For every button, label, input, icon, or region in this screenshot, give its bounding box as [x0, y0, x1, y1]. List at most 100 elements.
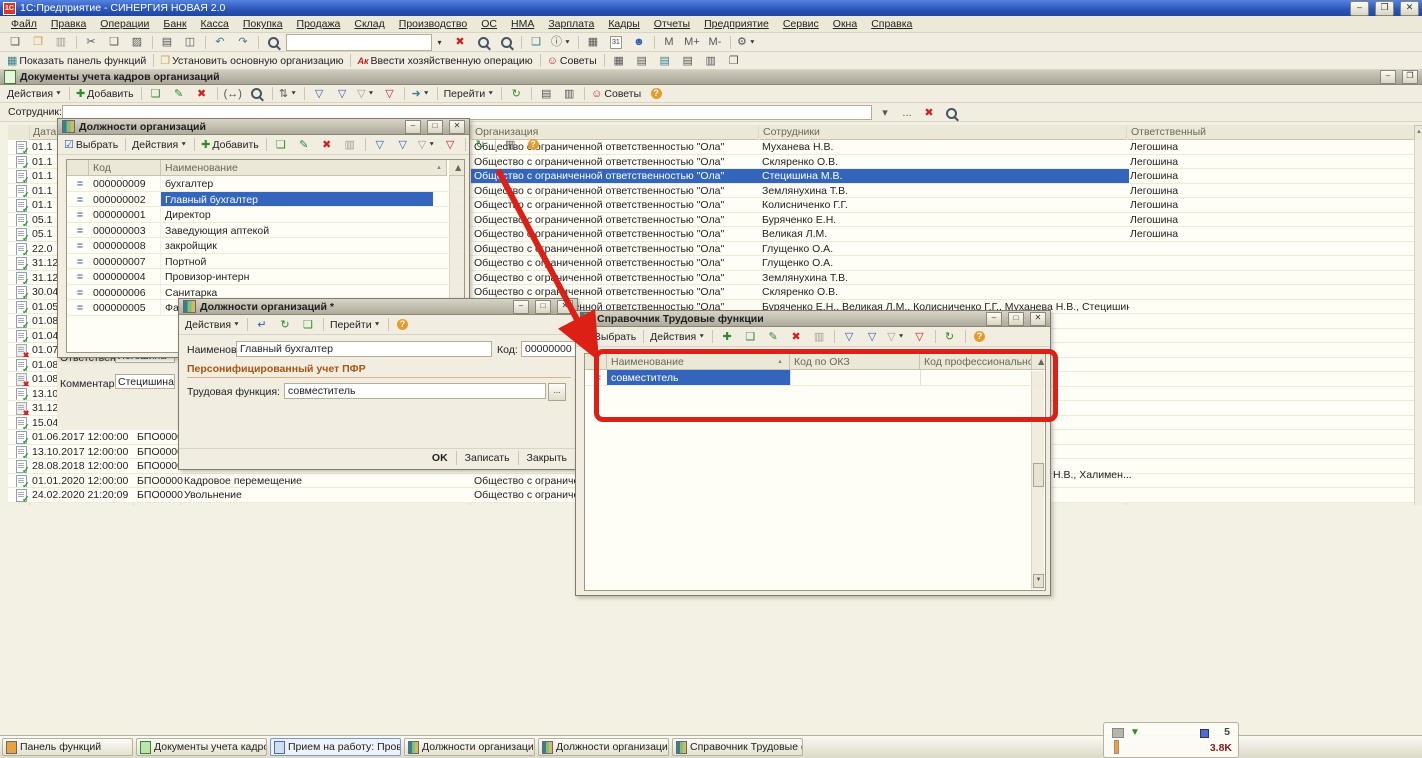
extra-catalog-button[interactable]: ❐: [723, 52, 745, 70]
add-button[interactable]: ✚ Добавить: [198, 136, 262, 154]
ref-minimize-button[interactable]: –: [986, 312, 1002, 326]
menu-item[interactable]: Касса: [194, 17, 236, 31]
save-button[interactable]: ▥: [339, 136, 361, 154]
refresh-button[interactable]: ↻: [505, 85, 527, 103]
delete-button[interactable]: ✖: [191, 85, 213, 103]
task-journal[interactable]: Документы учета кадров о...: [136, 738, 267, 756]
ref-close-button[interactable]: ✕: [1030, 312, 1046, 326]
copy-button[interactable]: ❏: [297, 316, 319, 334]
calc-m-plus-button[interactable]: M+: [681, 33, 703, 51]
find-button[interactable]: [262, 33, 284, 51]
columns-button[interactable]: ▥: [499, 136, 521, 154]
write-button[interactable]: Записать: [456, 451, 518, 465]
menu-item[interactable]: Предприятие: [697, 17, 776, 31]
employee-clear-button[interactable]: ✖: [918, 104, 940, 122]
search-input[interactable]: [286, 34, 432, 51]
extra-journal-button[interactable]: ▦: [608, 52, 630, 70]
filter-clear-button[interactable]: ▽: [378, 85, 400, 103]
filter-button[interactable]: ▽: [861, 328, 883, 346]
employee-open-button[interactable]: [940, 104, 962, 122]
tips-button[interactable]: ☺ Советы: [544, 52, 600, 70]
filter-by-value-button[interactable]: ▽: [354, 85, 377, 103]
print-preview-button[interactable]: ◫: [179, 33, 201, 51]
add-copy-button[interactable]: ❏: [270, 136, 292, 154]
go-menu[interactable]: Перейти: [441, 85, 498, 103]
extra-table-button[interactable]: ▤: [631, 52, 653, 70]
help-button[interactable]: ?: [645, 85, 667, 103]
menu-item[interactable]: Зарплата: [541, 17, 601, 31]
capture-widget[interactable]: ▼ 5 3.8K: [1103, 722, 1239, 758]
comment-field[interactable]: Стецишина: [115, 374, 175, 389]
ok-button[interactable]: OK: [424, 451, 456, 465]
extra-sheet-button[interactable]: ▥: [700, 52, 722, 70]
column-header-okz[interactable]: Код по ОКЗ: [790, 354, 920, 370]
minimize-button[interactable]: –: [1350, 1, 1369, 16]
calc-m-button[interactable]: M: [658, 33, 680, 51]
list-item[interactable]: = совместитель: [585, 370, 1045, 386]
add-button[interactable]: ✚ Добавить: [73, 85, 137, 103]
maximize-button[interactable]: ❐: [1375, 1, 1394, 16]
edit-button[interactable]: ✎: [762, 328, 784, 346]
journal-restore-button[interactable]: ❐: [1402, 70, 1418, 84]
filter-settings-button[interactable]: ▽: [838, 328, 860, 346]
sort-indicator-icon[interactable]: ▲: [1414, 125, 1422, 141]
help-button[interactable]: ?: [392, 316, 414, 334]
refresh-button[interactable]: ↻: [939, 328, 961, 346]
save-button[interactable]: ▥: [808, 328, 830, 346]
labor-function-select-button[interactable]: ...: [548, 383, 566, 401]
open-button[interactable]: ❐: [27, 33, 49, 51]
column-header-responsible[interactable]: Ответственный: [1128, 125, 1414, 140]
column-header-name[interactable]: Наименование: [607, 354, 790, 370]
select-button[interactable]: ☑ Выбрать: [61, 136, 121, 154]
positions-minimize-button[interactable]: –: [405, 120, 421, 134]
task-reception[interactable]: Прием на работу: Проведен: [270, 738, 401, 756]
save-button[interactable]: ▥: [50, 33, 72, 51]
table-settings-button[interactable]: ▦: [582, 33, 604, 51]
form-close-button[interactable]: ✕: [557, 300, 573, 314]
task-functions-panel[interactable]: Панель функций: [2, 738, 133, 756]
save-close-button[interactable]: ↵: [251, 316, 273, 334]
info-button[interactable]: ⓘ: [548, 33, 574, 51]
redo-button[interactable]: ↷: [232, 33, 254, 51]
menu-item[interactable]: Производство: [392, 17, 474, 31]
filter-by-value-button[interactable]: ▽: [415, 136, 438, 154]
employee-dropdown-button[interactable]: ▾: [874, 104, 896, 122]
enter-operation-button[interactable]: Ак Ввести хозяйственную операцию: [354, 52, 535, 70]
columns-button[interactable]: ▥: [558, 85, 580, 103]
print-button[interactable]: ▤: [156, 33, 178, 51]
list-item[interactable]: = 000000009 бухгалтер: [67, 176, 464, 192]
menu-item[interactable]: Справка: [864, 17, 919, 31]
new-button[interactable]: ❏: [4, 33, 26, 51]
menu-item[interactable]: Операции: [93, 17, 156, 31]
actions-menu[interactable]: Действия: [129, 136, 190, 154]
menu-item[interactable]: Склад: [347, 17, 391, 31]
refresh-button[interactable]: ↻: [469, 136, 491, 154]
ref-scrollbar[interactable]: ▼: [1031, 371, 1044, 589]
name-field[interactable]: Главный бухгалтер: [236, 341, 492, 357]
ref-maximize-button[interactable]: □: [1008, 312, 1024, 326]
scrollbar-thumb[interactable]: [1033, 463, 1044, 487]
edit-button[interactable]: ✎: [168, 85, 190, 103]
delete-button[interactable]: ✖: [316, 136, 338, 154]
list-item[interactable]: = 000000001 Директор: [67, 207, 464, 223]
menu-item[interactable]: Окна: [826, 17, 864, 31]
list-item[interactable]: = 000000008 закройщик: [67, 238, 464, 254]
menu-item[interactable]: Файл: [4, 17, 44, 31]
menu-item[interactable]: Покупка: [236, 17, 290, 31]
clear-find-button[interactable]: ✖: [449, 33, 471, 51]
add-copy-button[interactable]: ❏: [145, 85, 167, 103]
show-functions-panel-button[interactable]: ▦ Показать панель функций: [4, 52, 149, 70]
column-header-code[interactable]: Код: [89, 160, 161, 176]
filter-settings-button[interactable]: ▽: [308, 85, 330, 103]
set-main-org-button[interactable]: ❐ Установить основную организацию: [157, 52, 346, 70]
close-button[interactable]: ✕: [1400, 1, 1419, 16]
filter-button[interactable]: ▽: [331, 85, 353, 103]
help-button[interactable]: ?: [969, 328, 991, 346]
task-position-form[interactable]: Должности организаций *: [538, 738, 669, 756]
menu-item[interactable]: ОС: [474, 17, 504, 31]
extra-print-button[interactable]: ▤: [654, 52, 676, 70]
code-field[interactable]: 00000000: [521, 341, 576, 357]
scroll-down-icon[interactable]: ▼: [1033, 574, 1044, 588]
search-dropdown-button[interactable]: ▾: [432, 34, 447, 51]
sort-button[interactable]: ⇅: [276, 85, 300, 103]
